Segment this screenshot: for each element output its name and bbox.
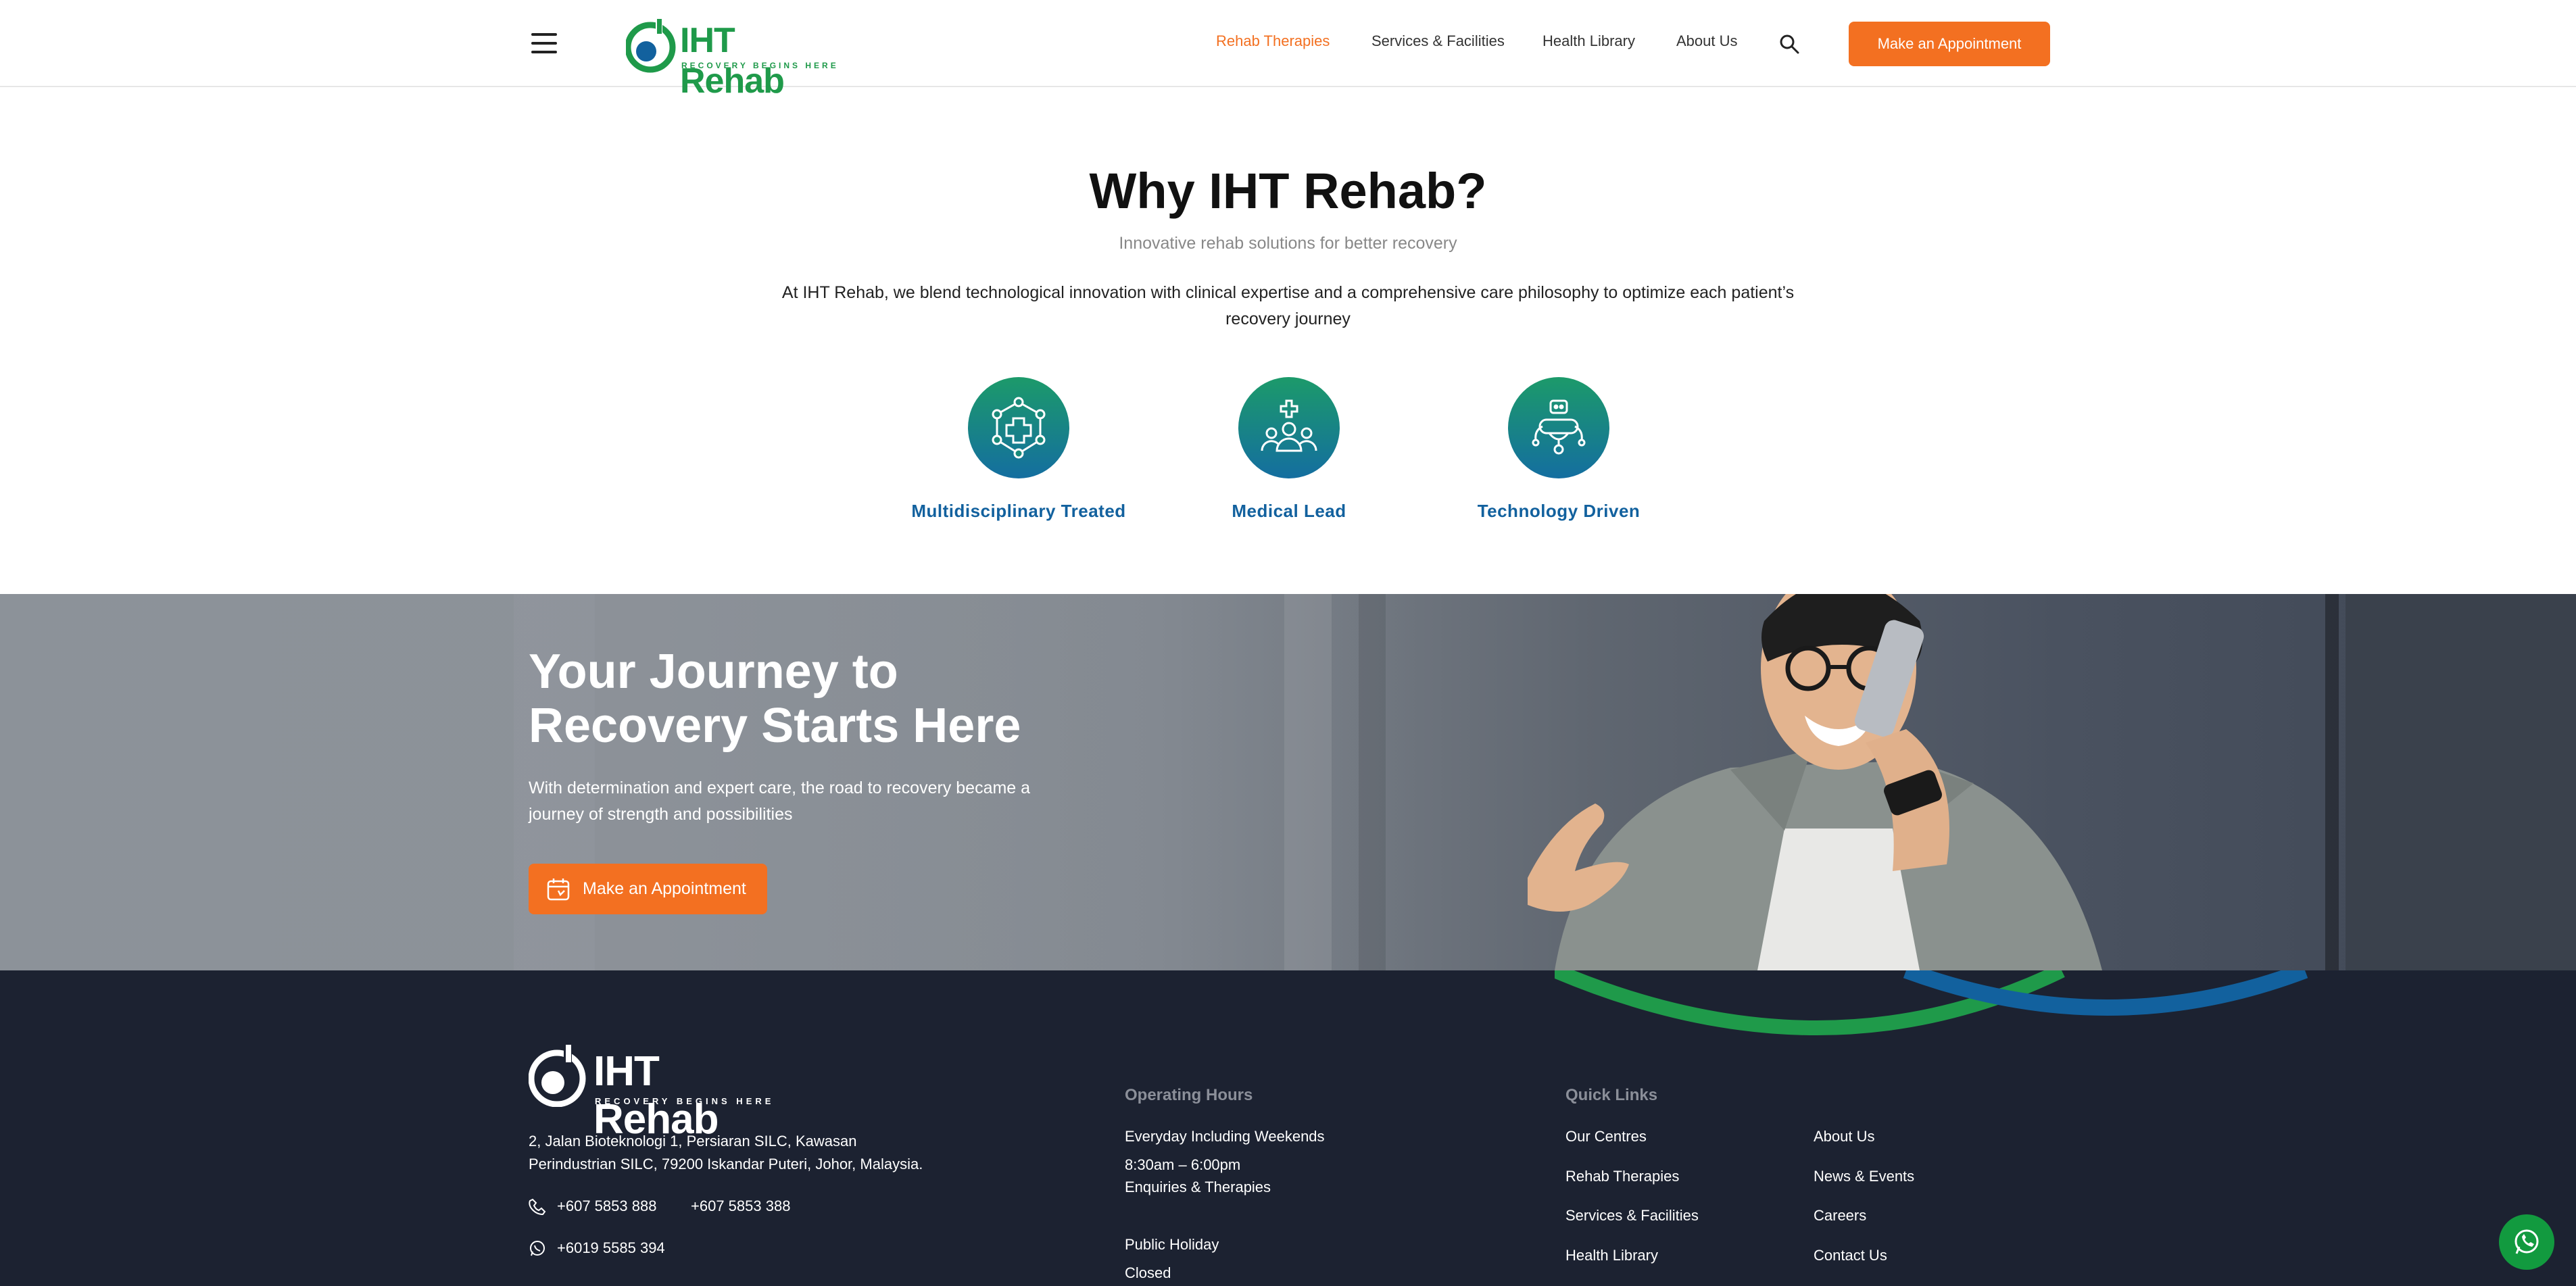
whatsapp-chat-button[interactable] (2499, 1214, 2554, 1270)
hero-appointment-label: Make an Appointment (583, 879, 746, 898)
footer-link-rehab-therapies[interactable]: Rehab Therapies (1565, 1168, 1679, 1185)
menu-icon[interactable] (531, 33, 557, 53)
header-appointment-button[interactable]: Make an Appointment (1849, 22, 2050, 66)
feature-technology-driven: Technology Driven (1437, 377, 1680, 522)
feature-label: Technology Driven (1477, 501, 1641, 521)
site-logo[interactable]: IHT Rehab RECOVERY BEGINS HERE (626, 16, 842, 101)
feature-label: Multidisciplinary Treated (911, 501, 1126, 521)
hero-appointment-button[interactable]: Make an Appointment (529, 864, 767, 914)
background-pillar (2325, 594, 2339, 970)
hero-title: Your Journey to Recovery Starts Here (529, 645, 1137, 753)
whatsapp-icon (530, 1241, 545, 1256)
holiday-label: Public Holiday (1125, 1236, 1219, 1253)
holiday-status: Closed (1125, 1264, 1171, 1281)
hours-days: Everyday Including Weekends (1125, 1128, 1325, 1145)
whatsapp-chat-icon (2514, 1229, 2539, 1254)
search-icon[interactable] (1779, 34, 1799, 54)
footer-link-careers[interactable]: Careers (1814, 1207, 1866, 1225)
operating-hours-heading: Operating Hours (1125, 1086, 1253, 1104)
page: IHT Rehab RECOVERY BEGINS HERE Rehab The… (0, 0, 2576, 1286)
hours-time: 8:30am – 6:00pm (1125, 1156, 1241, 1173)
site-header: IHT Rehab RECOVERY BEGINS HERE Rehab The… (0, 0, 2576, 101)
why-subtitle: Innovative rehab solutions for better re… (1119, 234, 1457, 253)
nav-services-facilities[interactable]: Services & Facilities (1371, 32, 1505, 50)
footer-logo[interactable]: IHT Rehab RECOVERY BEGINS HERE (529, 1042, 785, 1143)
why-description: At IHT Rehab, we blend technological inn… (781, 283, 1795, 328)
hero-person-image (1528, 594, 2102, 970)
footer-logo-mark-icon (529, 1043, 586, 1107)
calendar-icon (547, 878, 570, 900)
nav-rehab-therapies[interactable]: Rehab Therapies (1216, 32, 1330, 50)
footer-link-contact-us[interactable]: Contact Us (1814, 1247, 1887, 1264)
footer-phone-2[interactable]: +607 5853 388 (691, 1197, 790, 1215)
quick-links-heading: Quick Links (1565, 1086, 1658, 1104)
nav-health-library[interactable]: Health Library (1542, 32, 1635, 50)
hero-banner (0, 594, 2576, 970)
hero-title-line2: Recovery Starts Here (529, 699, 1021, 753)
decorative-arc (1555, 970, 2308, 1035)
logo-tagline: RECOVERY BEGINS HERE (681, 61, 839, 70)
why-title: Why IHT Rehab? (1089, 163, 1487, 219)
feature-multidisciplinary: Multidisciplinary Treated (897, 377, 1140, 522)
footer-address: 2, Jalan Bioteknologi 1, Persiaran SILC,… (529, 1133, 923, 1172)
footer-logo-tagline: RECOVERY BEGINS HERE (595, 1096, 775, 1106)
footer-link-news-events[interactable]: News & Events (1814, 1168, 1914, 1185)
footer-link-services-facilities[interactable]: Services & Facilities (1565, 1207, 1699, 1225)
feature-icon-circle (1508, 377, 1609, 478)
feature-label: Medical Lead (1232, 501, 1346, 521)
footer-link-our-centres[interactable]: Our Centres (1565, 1128, 1647, 1145)
feature-icon-circle (1238, 377, 1340, 478)
footer-phone-1[interactable]: +607 5853 888 (557, 1197, 656, 1215)
hero-description: With determination and expert care, the … (529, 778, 1031, 824)
footer-whatsapp[interactable]: +6019 5585 394 (557, 1239, 665, 1257)
hero-title-line1: Your Journey to (529, 645, 898, 699)
feature-medical-lead: Medical Lead (1167, 377, 1411, 522)
hours-note: Enquiries & Therapies (1125, 1179, 1271, 1195)
background-pillar (2346, 594, 2576, 970)
footer-logo-text: IHT Rehab (593, 1048, 719, 1143)
footer-link-health-library[interactable]: Health Library (1565, 1247, 1658, 1264)
logo-mark-icon (626, 18, 676, 73)
footer-link-about-us[interactable]: About Us (1814, 1128, 1875, 1145)
feature-icon-circle (968, 377, 1069, 478)
robot-icon (1532, 399, 1586, 455)
nav-about-us[interactable]: About Us (1676, 32, 1738, 50)
phone-icon (529, 1198, 546, 1216)
medical-network-icon (992, 397, 1046, 459)
medical-team-icon (1261, 399, 1317, 452)
